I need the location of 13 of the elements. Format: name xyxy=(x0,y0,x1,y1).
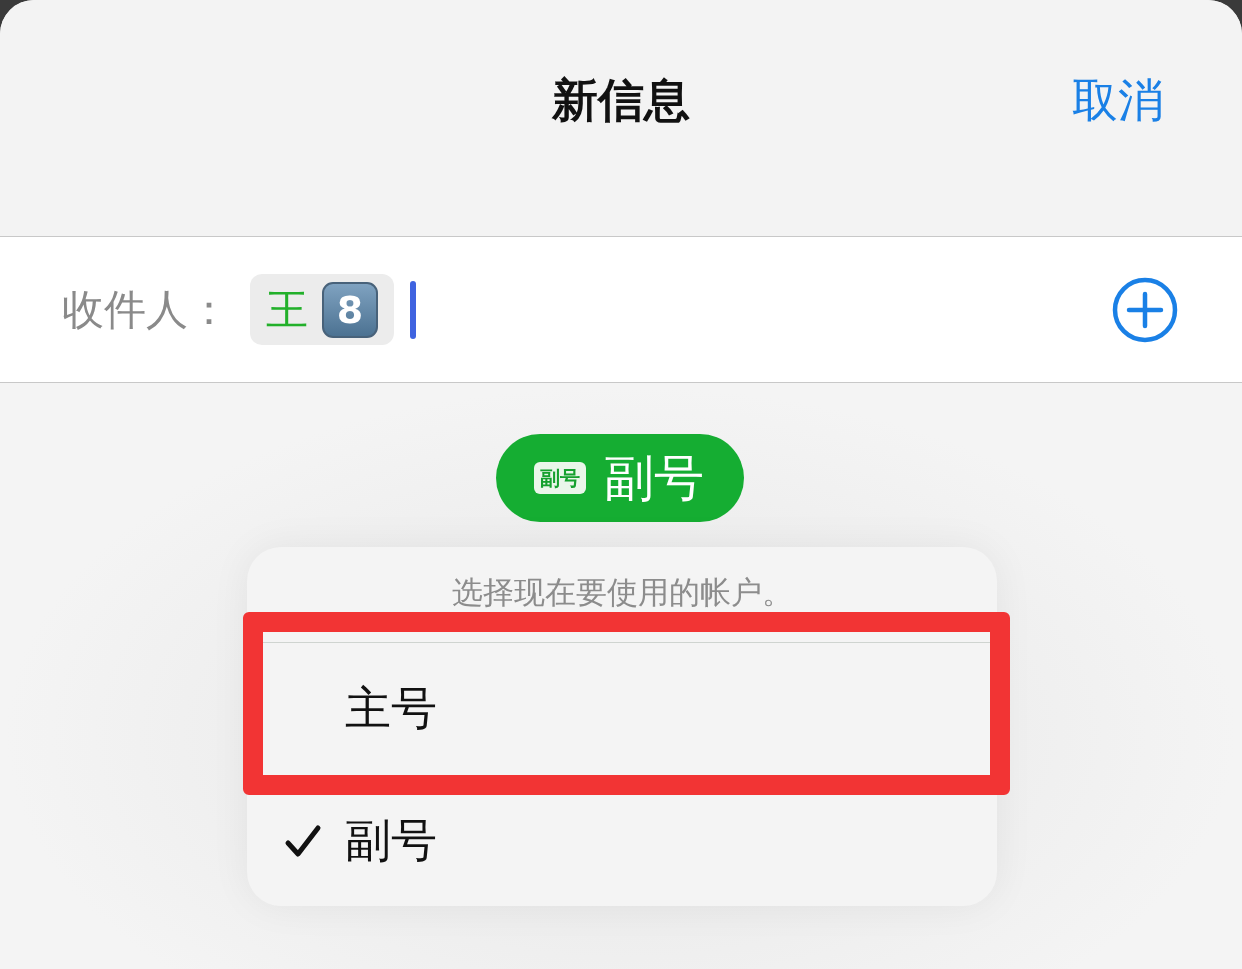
menu-prompt: 选择现在要使用的帐户。 xyxy=(451,573,793,611)
menu-item[interactable]: 副号 xyxy=(247,774,997,906)
cancel-button[interactable]: 取消 xyxy=(1072,64,1164,136)
add-icon[interactable] xyxy=(1112,276,1178,343)
menu-item[interactable]: 主号 xyxy=(247,643,997,774)
account-pill[interactable]: 副号 副号 xyxy=(495,434,744,522)
account-badge: 副号 xyxy=(533,462,586,494)
text-cursor xyxy=(410,280,416,339)
recipient-name: 王 xyxy=(266,283,308,336)
recipients-label: 收件人： xyxy=(62,283,230,336)
keycap-emoji: 8 xyxy=(322,281,378,338)
recipient-chip[interactable]: 王 8 xyxy=(250,274,394,345)
screen-title: 新信息 xyxy=(552,72,690,129)
